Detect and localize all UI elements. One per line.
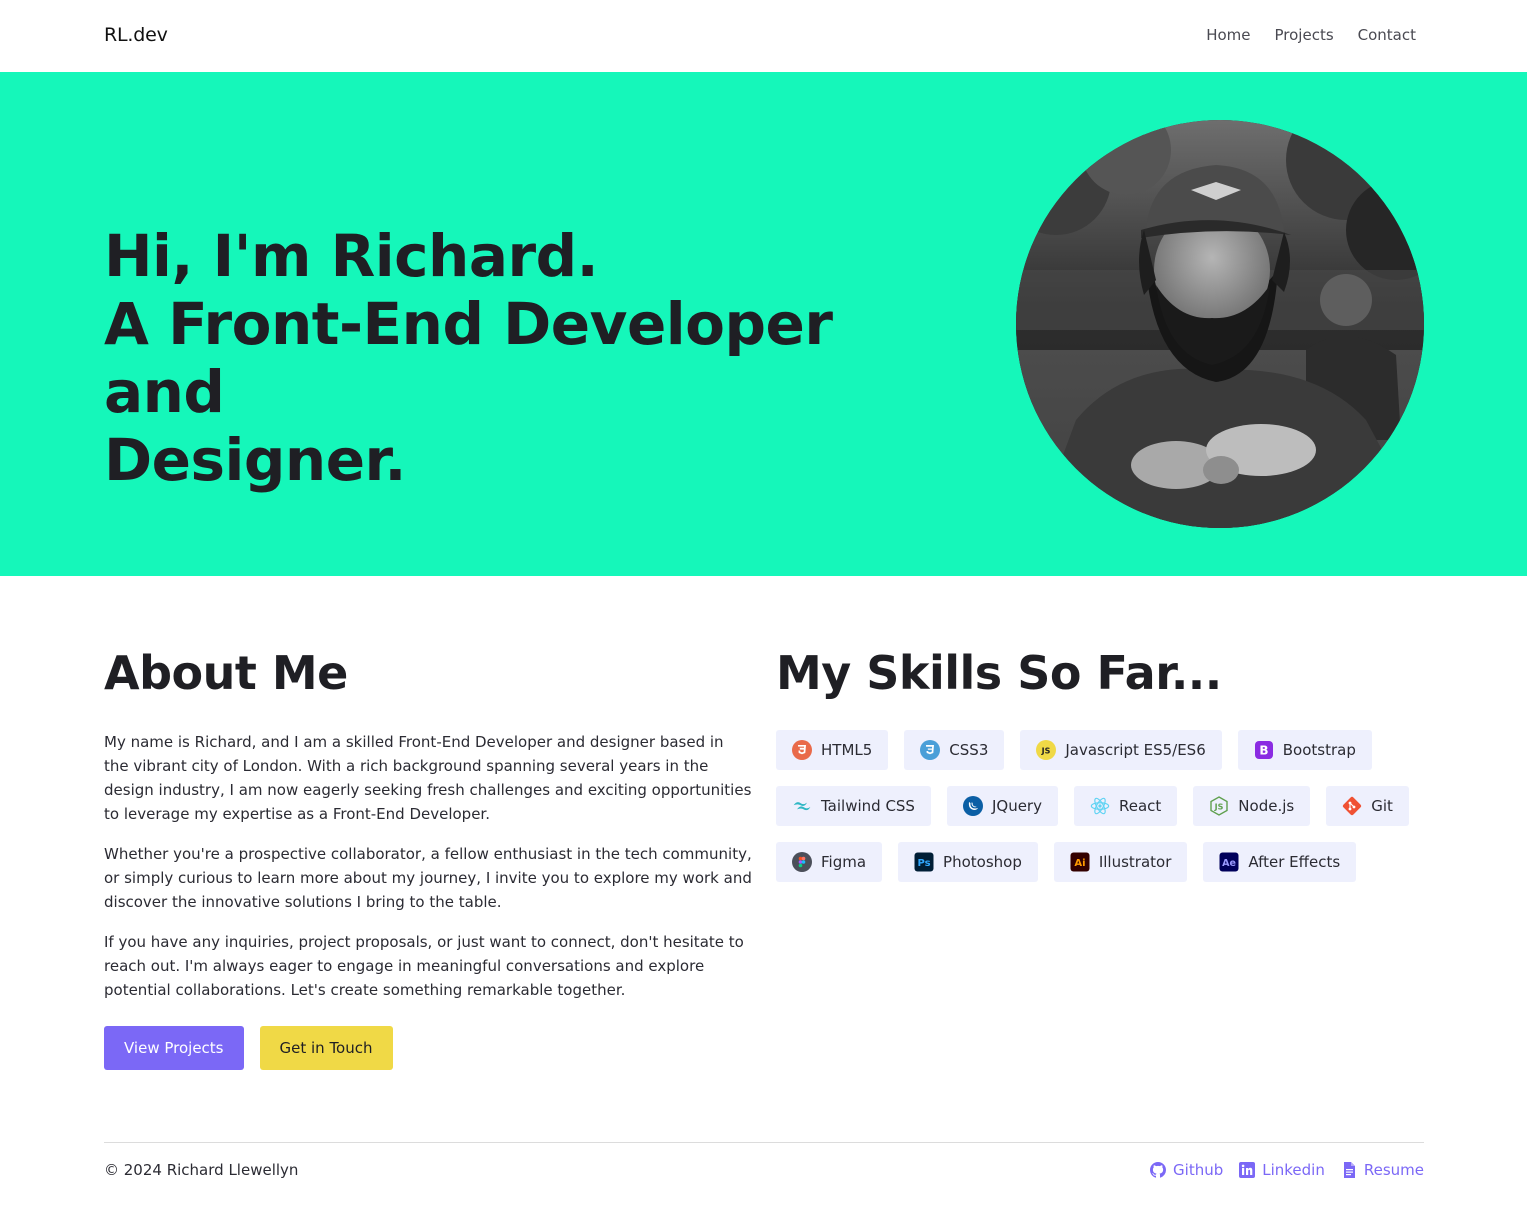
- skill-chip: JS Javascript ES5/ES6: [1020, 730, 1222, 770]
- tailwind-icon: [792, 796, 812, 816]
- resume-link-label: Resume: [1363, 1161, 1424, 1179]
- skill-chip: B Bootstrap: [1237, 730, 1372, 770]
- html5-icon: [792, 740, 812, 760]
- svg-text:Ps: Ps: [917, 858, 930, 869]
- linkedin-icon: [1239, 1162, 1256, 1178]
- skill-label: Node.js: [1238, 797, 1295, 815]
- github-link-label: Github: [1173, 1161, 1224, 1179]
- svg-text:B: B: [1259, 744, 1268, 758]
- linkedin-link[interactable]: Linkedin: [1239, 1161, 1325, 1179]
- skills-heading: My Skills So Far...: [776, 646, 1222, 700]
- view-projects-button[interactable]: View Projects: [104, 1026, 244, 1070]
- skill-label: After Effects: [1248, 853, 1341, 871]
- react-icon: [1090, 796, 1110, 816]
- after-effects-icon: Ae: [1219, 852, 1239, 872]
- nav-projects-link[interactable]: Projects: [1275, 26, 1334, 44]
- skills-list: HTML5 CSS3 JS Javascript ES5/ES6 B Boots…: [776, 730, 1436, 882]
- hero-section: Hi, I'm Richard. A Front-End Developer a…: [0, 72, 1527, 576]
- bootstrap-icon: B: [1254, 740, 1274, 760]
- about-heading: About Me: [104, 646, 348, 700]
- skill-chip: Ae After Effects: [1203, 842, 1357, 882]
- skill-label: React: [1118, 797, 1162, 815]
- skill-chip: HTML5: [776, 730, 889, 770]
- css3-icon: [920, 740, 941, 760]
- skill-chip: Ai Illustrator: [1053, 842, 1188, 882]
- skill-chip: JS Node.js: [1193, 786, 1311, 826]
- svg-text:Ae: Ae: [1222, 858, 1236, 869]
- skill-label: Illustrator: [1098, 853, 1172, 871]
- skill-label: Git: [1371, 797, 1393, 815]
- skill-label: Bootstrap: [1282, 741, 1356, 759]
- skill-label: JQuery: [991, 797, 1042, 815]
- site-header: RL.dev Home Projects Contact: [0, 0, 1527, 72]
- svg-text:JS: JS: [1214, 803, 1224, 812]
- github-icon: [1150, 1162, 1167, 1178]
- profile-photo-image: [1016, 120, 1424, 528]
- svg-text:JS: JS: [1041, 747, 1051, 756]
- nav-home-link[interactable]: Home: [1206, 26, 1250, 44]
- skill-chip: Figma: [776, 842, 883, 882]
- jquery-icon: [962, 796, 983, 816]
- hero-title-line: A Front-End Developer and: [104, 290, 833, 426]
- resume-link[interactable]: Resume: [1341, 1161, 1424, 1179]
- skill-label: Figma: [821, 853, 867, 871]
- linkedin-link-label: Linkedin: [1262, 1161, 1325, 1179]
- profile-photo: [1016, 120, 1424, 528]
- skill-chip: JQuery: [946, 786, 1058, 826]
- site-logo[interactable]: RL.dev: [104, 24, 168, 46]
- skill-label: Javascript ES5/ES6: [1065, 741, 1206, 759]
- hero-title-line: Designer.: [104, 426, 406, 494]
- skill-chip: Git: [1326, 786, 1409, 826]
- figma-icon: [792, 852, 812, 872]
- about-paragraph: If you have any inquiries, project propo…: [104, 933, 744, 999]
- skill-label: Photoshop: [943, 853, 1022, 871]
- footer-divider: [104, 1142, 1424, 1143]
- hero-title: Hi, I'm Richard. A Front-End Developer a…: [104, 222, 884, 494]
- about-paragraph: Whether you're a prospective collaborato…: [104, 845, 752, 911]
- illustrator-icon: Ai: [1070, 852, 1090, 872]
- skill-label: Tailwind CSS: [821, 797, 915, 815]
- skill-label: CSS3: [949, 741, 989, 759]
- hero-title-line: Hi, I'm Richard.: [104, 222, 599, 290]
- skill-chip: CSS3: [904, 730, 1005, 770]
- photoshop-icon: Ps: [914, 852, 934, 872]
- nodejs-icon: JS: [1209, 796, 1229, 816]
- main-nav: Home Projects Contact: [1206, 26, 1416, 44]
- about-actions: View Projects Get in Touch: [104, 1026, 393, 1070]
- svg-text:Ai: Ai: [1074, 858, 1085, 869]
- nav-contact-link[interactable]: Contact: [1358, 26, 1416, 44]
- get-in-touch-button[interactable]: Get in Touch: [259, 1026, 393, 1070]
- about-paragraph: My name is Richard, and I am a skilled F…: [104, 733, 752, 823]
- skill-chip: React: [1073, 786, 1178, 826]
- copyright-text: © 2024 Richard Llewellyn: [104, 1161, 299, 1179]
- skill-label: HTML5: [821, 741, 873, 759]
- javascript-icon: JS: [1036, 740, 1057, 760]
- skill-chip: Ps Photoshop: [898, 842, 1038, 882]
- document-icon: [1343, 1162, 1355, 1178]
- git-icon: [1342, 796, 1362, 816]
- github-link[interactable]: Github: [1150, 1161, 1223, 1179]
- footer-links: Github Linkedin Resume: [1150, 1161, 1424, 1179]
- about-body: My name is Richard, and I am a skilled F…: [104, 730, 752, 1018]
- skill-chip: Tailwind CSS: [776, 786, 931, 826]
